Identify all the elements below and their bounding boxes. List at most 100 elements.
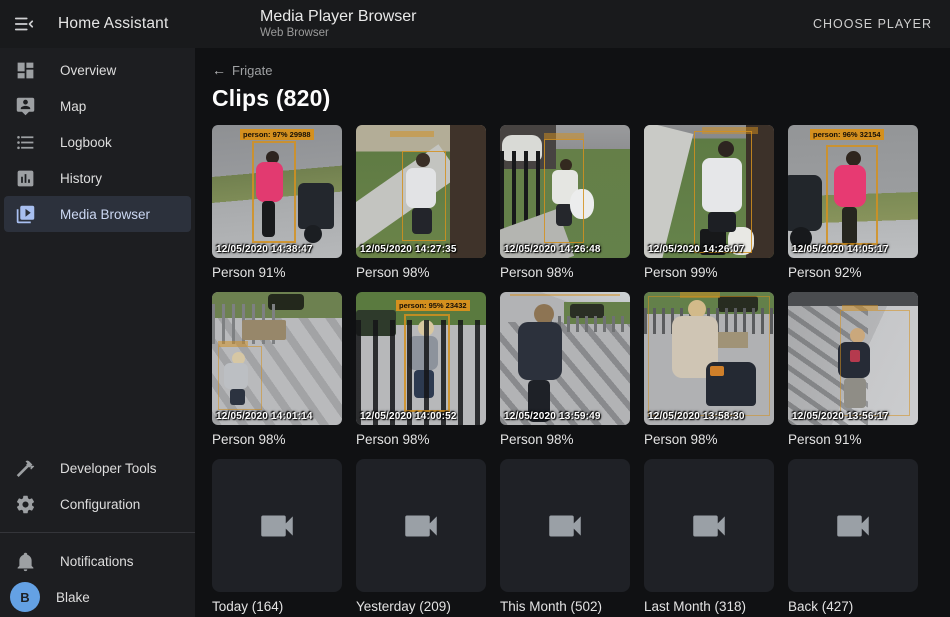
detection-label-faint xyxy=(702,127,758,134)
play-box-multiple-icon xyxy=(14,203,36,225)
dirt-patch-shape xyxy=(242,320,286,340)
stroller-wheel-shape xyxy=(304,225,322,243)
sidebar-header: Home Assistant xyxy=(0,0,195,48)
detection-bounding-box xyxy=(402,151,446,241)
clip-thumbnail: person: 95% 23432 12/05/2020 14:00:52 xyxy=(356,292,486,425)
folder-thumbnail xyxy=(788,459,918,592)
clip-caption: Person 98% xyxy=(500,432,630,448)
sidebar-item-media-browser[interactable]: Media Browser xyxy=(4,196,191,232)
video-camera-icon xyxy=(544,505,586,547)
folder-thumbnail xyxy=(212,459,342,592)
stroller-shape xyxy=(298,183,334,229)
clip-card[interactable]: person: 95% 23432 12/05/2020 14:00:52 Pe… xyxy=(356,292,486,448)
clip-card[interactable]: person: 96% 32154 12/05/2020 14:05:17 Pe… xyxy=(788,125,918,281)
choose-player-button[interactable]: CHOOSE PLAYER xyxy=(807,9,938,39)
stroller-shape xyxy=(788,175,822,231)
clip-caption: Person 98% xyxy=(356,265,486,281)
video-camera-icon xyxy=(832,505,874,547)
detection-bounding-box xyxy=(648,296,770,416)
sidebar-item-map[interactable]: Map xyxy=(4,88,191,124)
folder-card-back[interactable]: Back (427) xyxy=(788,459,918,615)
sidebar-item-notifications[interactable]: Notifications xyxy=(4,543,191,579)
menu-toggle-icon xyxy=(13,13,35,35)
sidebar-item-profile[interactable]: B Blake xyxy=(4,579,191,615)
sidebar-item-developer-tools[interactable]: Developer Tools xyxy=(4,450,191,486)
folder-label: Back (427) xyxy=(788,599,918,615)
person-torso-shape xyxy=(518,322,562,380)
folder-label: This Month (502) xyxy=(500,599,630,615)
clip-card[interactable]: 12/05/2020 13:59:49 Person 98% xyxy=(500,292,630,448)
clip-card[interactable]: 12/05/2020 13:58:30 Person 98% xyxy=(644,292,774,448)
folder-card-last-month[interactable]: Last Month (318) xyxy=(644,459,774,615)
sidebar-item-label: Configuration xyxy=(60,497,140,512)
sidebar-toggle-button[interactable] xyxy=(0,0,48,48)
sidebar-item-label: Developer Tools xyxy=(60,461,157,476)
map-account-icon xyxy=(14,95,36,117)
sidebar-item-logbook[interactable]: Logbook xyxy=(4,124,191,160)
clip-thumbnail: 12/05/2020 13:56:17 xyxy=(788,292,918,425)
media-grid: person: 97% 29988 12/05/2020 14:38:47 Pe… xyxy=(212,125,918,615)
clip-thumbnail: 12/05/2020 13:59:49 xyxy=(500,292,630,425)
sidebar-item-label: Logbook xyxy=(60,135,112,150)
clip-timestamp: 12/05/2020 14:27:35 xyxy=(360,244,457,255)
clip-thumbnail: 12/05/2020 14:27:35 xyxy=(356,125,486,258)
clip-caption: Person 98% xyxy=(500,265,630,281)
detection-label-faint xyxy=(510,294,620,296)
hammer-icon xyxy=(14,457,36,479)
sidebar-item-label: Notifications xyxy=(60,554,134,569)
breadcrumb-back[interactable]: ← Frigate xyxy=(212,62,272,78)
folder-label: Today (164) xyxy=(212,599,342,615)
sidebar-nav-list: Overview Map Logbook History xyxy=(0,48,195,232)
clip-timestamp: 12/05/2020 13:58:30 xyxy=(648,411,745,422)
clip-timestamp: 12/05/2020 14:26:07 xyxy=(648,244,745,255)
clip-caption: Person 92% xyxy=(788,265,918,281)
detection-bounding-box xyxy=(840,310,910,416)
header-title: Media Player Browser xyxy=(260,8,417,26)
app-window: Home Assistant Media Player Browser Web … xyxy=(0,0,950,617)
clip-thumbnail: person: 96% 32154 12/05/2020 14:05:17 xyxy=(788,125,918,258)
clip-caption: Person 98% xyxy=(644,432,774,448)
clip-thumbnail: person: 97% 29988 12/05/2020 14:38:47 xyxy=(212,125,342,258)
clip-thumbnail: 12/05/2020 14:26:07 xyxy=(644,125,774,258)
folder-card-this-month[interactable]: This Month (502) xyxy=(500,459,630,615)
clip-card[interactable]: 12/05/2020 14:27:35 Person 98% xyxy=(356,125,486,281)
clip-card[interactable]: 12/05/2020 14:26:07 Person 99% xyxy=(644,125,774,281)
person-head-shape xyxy=(534,304,554,324)
folder-card-yesterday[interactable]: Yesterday (209) xyxy=(356,459,486,615)
sidebar: Overview Map Logbook History xyxy=(0,48,195,617)
detection-label: person: 97% 29988 xyxy=(240,129,314,140)
clip-card[interactable]: 12/05/2020 14:01:14 Person 98% xyxy=(212,292,342,448)
clip-card[interactable]: 12/05/2020 13:56:17 Person 91% xyxy=(788,292,918,448)
detection-bounding-box xyxy=(544,139,584,243)
clip-timestamp: 12/05/2020 14:01:14 xyxy=(216,411,313,422)
detection-label-faint xyxy=(218,341,248,346)
dashboard-icon xyxy=(14,59,36,81)
folder-label: Yesterday (209) xyxy=(356,599,486,615)
clip-caption: Person 98% xyxy=(212,432,342,448)
sidebar-item-history[interactable]: History xyxy=(4,160,191,196)
detection-bounding-box xyxy=(826,145,878,245)
clip-card[interactable]: person: 97% 29988 12/05/2020 14:38:47 Pe… xyxy=(212,125,342,281)
clip-card[interactable]: 12/05/2020 14:26:48 Person 98% xyxy=(500,125,630,281)
detection-label: person: 96% 32154 xyxy=(810,129,884,140)
sidebar-item-label: Overview xyxy=(60,63,116,78)
clip-thumbnail: 12/05/2020 14:01:14 xyxy=(212,292,342,425)
gear-icon xyxy=(14,493,36,515)
folder-thumbnail xyxy=(356,459,486,592)
sidebar-item-configuration[interactable]: Configuration xyxy=(4,486,191,522)
arrow-left-icon: ← xyxy=(212,62,226,78)
detection-label-faint xyxy=(390,131,434,137)
clip-timestamp: 12/05/2020 14:38:47 xyxy=(216,244,313,255)
video-camera-icon xyxy=(400,505,442,547)
video-camera-icon xyxy=(688,505,730,547)
sidebar-item-overview[interactable]: Overview xyxy=(4,52,191,88)
header-titles: Media Player Browser Web Browser xyxy=(260,8,417,40)
detection-bounding-box xyxy=(252,141,296,243)
detection-label: person: 95% 23432 xyxy=(396,300,470,311)
detection-label-faint xyxy=(842,305,878,310)
path-shape xyxy=(644,125,693,258)
header-subtitle: Web Browser xyxy=(260,27,417,40)
detection-bounding-box xyxy=(694,131,752,253)
clip-thumbnail: 12/05/2020 13:58:30 xyxy=(644,292,774,425)
folder-card-today[interactable]: Today (164) xyxy=(212,459,342,615)
